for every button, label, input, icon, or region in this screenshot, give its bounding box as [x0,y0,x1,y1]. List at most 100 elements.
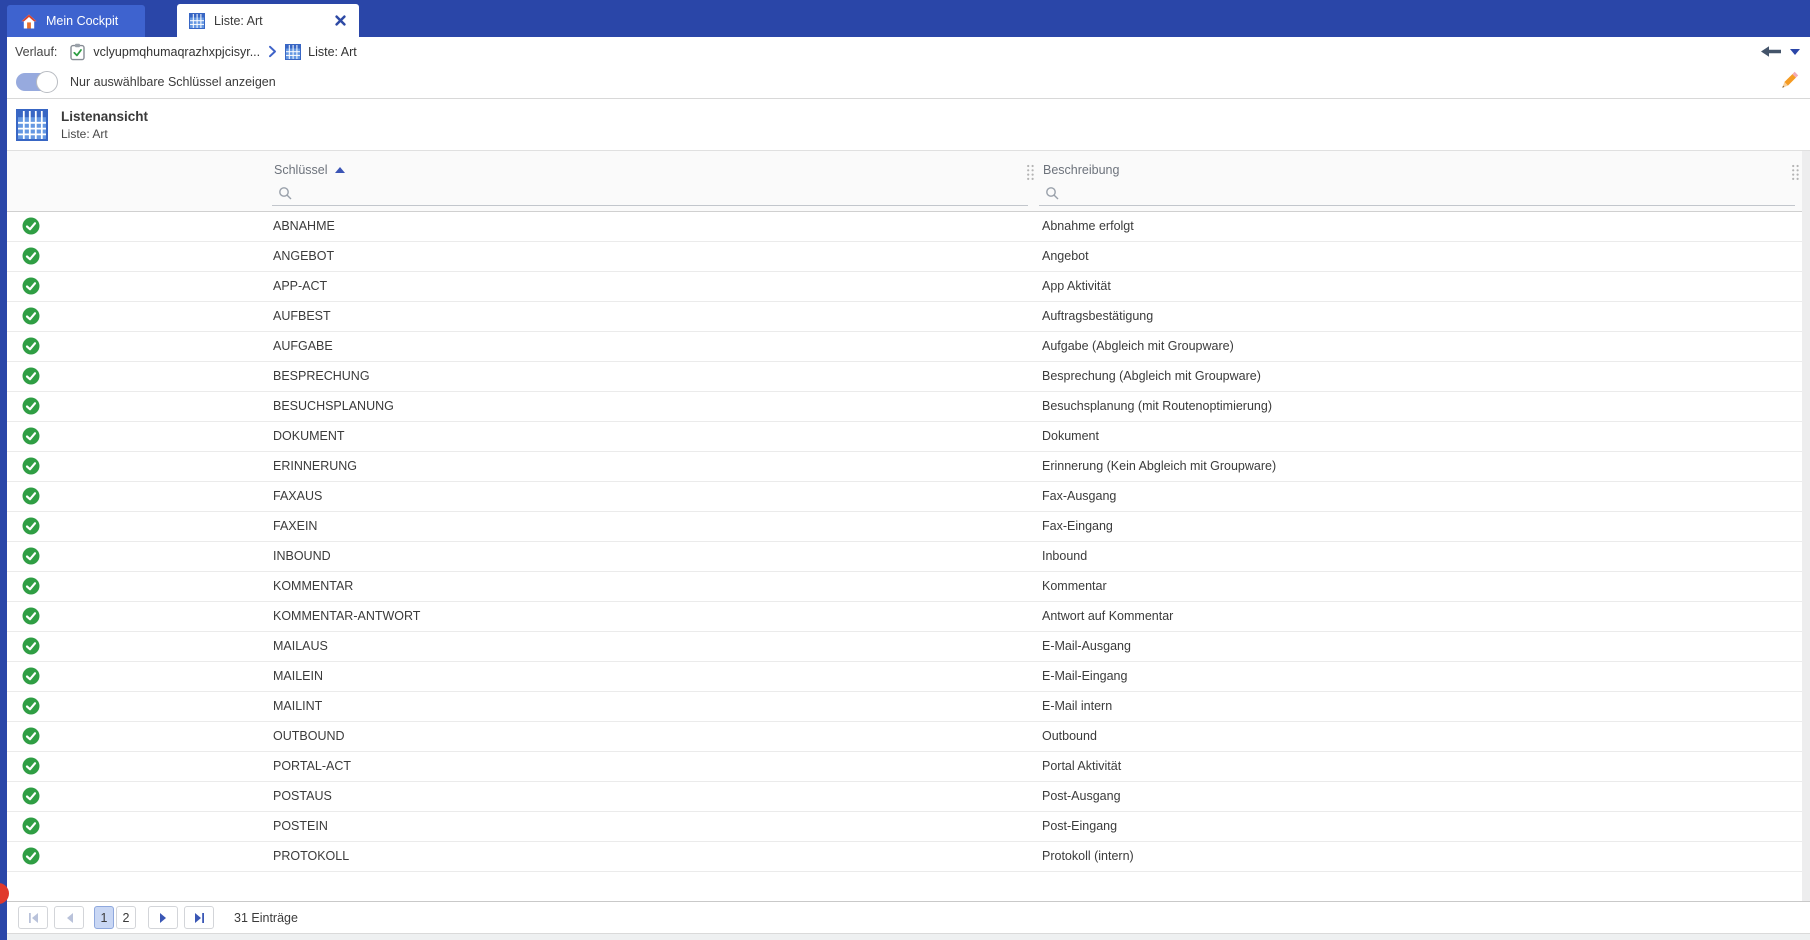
selectable-check-icon [22,817,40,835]
next-page-icon [159,912,166,923]
selectable-check-icon [22,277,40,295]
first-page-icon [28,912,38,923]
cell-beschreibung: Aufgabe (Abgleich mit Groupware) [1042,339,1234,353]
cell-beschreibung: Angebot [1042,249,1089,263]
toggle-label: Nur auswählbare Schlüssel anzeigen [70,75,276,89]
toggle-knob [36,71,58,93]
table-row[interactable]: DOKUMENT Dokument [7,422,1803,452]
table-row[interactable]: ABNAHME Abnahme erfolgt [7,212,1803,242]
next-page-button[interactable] [148,906,178,929]
table-row[interactable]: POSTAUS Post-Ausgang [7,782,1803,812]
selectable-check-icon [22,517,40,535]
table-row[interactable]: FAXAUS Fax-Ausgang [7,482,1803,512]
tab-mein-cockpit[interactable]: Mein Cockpit [7,5,145,37]
search-icon [279,187,292,200]
cell-schluessel: AUFGABE [273,339,333,353]
table-row[interactable]: OUTBOUND Outbound [7,722,1803,752]
filter-input-schluessel[interactable] [272,183,1028,206]
sort-asc-icon [334,167,345,173]
table-row[interactable]: KOMMENTAR Kommentar [7,572,1803,602]
table-row[interactable]: ANGEBOT Angebot [7,242,1803,272]
history-label: Verlauf: [15,44,58,59]
page-subtitle: Liste: Art [61,127,108,141]
cell-schluessel: MAILAUS [273,639,328,653]
cell-schluessel: BESUCHSPLANUNG [273,399,394,413]
selectable-check-icon [22,337,40,355]
last-page-icon [194,912,204,923]
selectable-check-icon [22,397,40,415]
tab-label: Liste: Art [214,13,263,28]
cell-beschreibung: Inbound [1042,549,1088,563]
table-row[interactable]: AUFBEST Auftragsbestätigung [7,302,1803,332]
cell-schluessel: AUFBEST [273,309,331,323]
column-label: Schlüssel [274,163,328,177]
cell-schluessel: BESPRECHUNG [273,369,370,383]
table-row[interactable]: PROTOKOLL Protokoll (intern) [7,842,1803,872]
cell-beschreibung: Post-Eingang [1042,819,1118,833]
cell-schluessel: DOKUMENT [273,429,345,443]
column-label: Beschreibung [1043,163,1120,177]
selectable-check-icon [22,247,40,265]
cell-schluessel: PROTOKOLL [273,849,350,863]
column-header-schluessel[interactable]: Schlüssel [274,163,345,177]
view-header: Listenansicht Liste: Art [7,100,1810,151]
history-item-label: Liste: Art [308,44,357,59]
table-row[interactable]: MAILINT E-Mail intern [7,692,1803,722]
selectable-check-icon [22,697,40,715]
cell-beschreibung: Outbound [1042,729,1097,743]
cell-beschreibung: Portal Aktivität [1042,759,1122,773]
chevron-right-icon [268,45,277,58]
cell-beschreibung: E-Mail intern [1042,699,1113,713]
cell-schluessel: PORTAL-ACT [273,759,352,773]
prev-page-button[interactable] [54,906,84,929]
edit-button[interactable] [1777,69,1801,93]
table-row[interactable]: POSTEIN Post-Eingang [7,812,1803,842]
history-item-liste[interactable]: Liste: Art [285,43,357,60]
toolbar: Nur auswählbare Schlüssel anzeigen [7,66,1810,99]
cell-schluessel: OUTBOUND [273,729,345,743]
tab-liste-art[interactable]: Liste: Art [177,4,359,37]
table-row[interactable]: BESUCHSPLANUNG Besuchsplanung (mit Route… [7,392,1803,422]
chevron-down-icon [1790,48,1800,55]
table-row[interactable]: INBOUND Inbound [7,542,1803,572]
cell-beschreibung: Antwort auf Kommentar [1042,609,1174,623]
scrollbar-track[interactable] [1802,151,1810,901]
table-row[interactable]: AUFGABE Aufgabe (Abgleich mit Groupware) [7,332,1803,362]
history-item-record[interactable]: vclyupmqhumaqrazhxpjcisyr... [69,43,260,61]
selectable-check-icon [22,787,40,805]
table-row[interactable]: ERINNERUNG Erinnerung (Kein Abgleich mit… [7,452,1803,482]
table-row[interactable]: MAILAUS E-Mail-Ausgang [7,632,1803,662]
history-item-label: vclyupmqhumaqrazhxpjcisyr... [93,44,261,59]
page-button-1[interactable]: 1 [94,906,114,929]
selectable-check-icon [22,547,40,565]
table-row[interactable]: MAILEIN E-Mail-Eingang [7,662,1803,692]
table-row[interactable]: BESPRECHUNG Besprechung (Abgleich mit Gr… [7,362,1803,392]
cell-beschreibung: Fax-Ausgang [1042,489,1117,503]
page-button-2[interactable]: 2 [116,906,136,929]
last-page-button[interactable] [184,906,214,929]
clipboard-check-icon [69,43,86,61]
history-dropdown-button[interactable] [1790,48,1800,55]
search-icon [1046,187,1059,200]
table-body: ABNAHME Abnahme erfolgt ANGEBOT Angebot … [7,212,1803,872]
selectable-check-icon [22,607,40,625]
left-edge-strip [0,0,7,940]
table-row[interactable]: FAXEIN Fax-Eingang [7,512,1803,542]
selectable-check-icon [22,637,40,655]
filter-input-beschreibung[interactable] [1039,183,1795,206]
selectable-keys-toggle[interactable] [16,71,58,93]
table-row[interactable]: APP-ACT App Aktivität [7,272,1803,302]
prev-page-icon [66,912,73,923]
close-icon[interactable] [335,15,346,26]
column-header-beschreibung[interactable]: Beschreibung [1043,163,1119,177]
table-row[interactable]: PORTAL-ACT Portal Aktivität [7,752,1803,782]
history-bar: Verlauf: vclyupmqhumaqrazhxpjcisyr... Li… [7,37,1810,66]
bottom-strip [7,933,1810,940]
back-button[interactable] [1760,45,1782,58]
pagination-bar: 12 31 Einträge [7,901,1810,933]
selectable-check-icon [22,367,40,385]
selectable-check-icon [22,847,40,865]
cell-beschreibung: Protokoll (intern) [1042,849,1134,863]
first-page-button[interactable] [18,906,48,929]
table-row[interactable]: KOMMENTAR-ANTWORT Antwort auf Kommentar [7,602,1803,632]
